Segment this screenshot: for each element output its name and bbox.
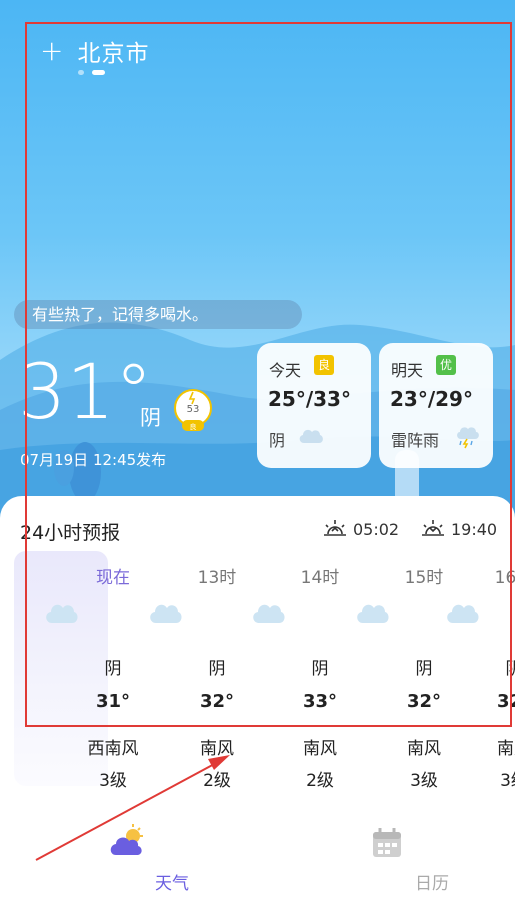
temp-range: 25°/33°	[268, 387, 351, 411]
hour-temp: 33°	[302, 691, 338, 712]
city-header: + 北京市	[40, 34, 149, 68]
cloud-icon	[447, 604, 479, 623]
hour-condition: 阴	[208, 659, 226, 679]
tab-calendar[interactable]: 日历	[342, 823, 449, 894]
sunrise: 05:02	[322, 518, 399, 540]
weather-tab-icon	[110, 824, 143, 855]
bottom-tab-bar: 天气 日历	[0, 815, 515, 897]
air-quality-badge: 优	[436, 355, 456, 375]
sunrise-icon	[324, 520, 346, 536]
day-condition: 阴	[269, 431, 286, 450]
day-label: 明天	[391, 361, 424, 380]
hour-condition: 阴	[311, 659, 329, 679]
hour-time: 14时	[300, 568, 340, 588]
page-dot-active	[92, 70, 105, 75]
tomorrow-card[interactable]: 明天 优 23°/29° 雷阵雨	[379, 343, 493, 468]
sunset: 19:40	[420, 518, 497, 540]
page-indicator	[78, 70, 105, 75]
calendar-icon	[373, 828, 401, 857]
aqi-icon: 53 良	[174, 389, 212, 431]
hour-wind: 南风	[303, 739, 337, 759]
hour-temp: 32°	[496, 691, 515, 712]
hour-temp: 32°	[406, 691, 442, 712]
aqi-badge[interactable]: 53 良	[173, 388, 213, 434]
day-label: 今天	[269, 361, 302, 380]
cloud-icon	[357, 604, 389, 623]
hour-wind-level: 3级	[500, 771, 515, 791]
hour-wind: 南风	[200, 739, 234, 759]
hour-wind: 西南风	[87, 739, 139, 759]
hour-condition: 阴	[415, 659, 433, 679]
temp-range: 23°/29°	[390, 387, 473, 411]
city-name[interactable]: 北京市	[77, 34, 149, 68]
cloud-icon	[253, 604, 285, 623]
hour-time: 现在	[96, 568, 130, 588]
current-temperature: 31°	[18, 347, 153, 436]
today-card[interactable]: 今天 良 25°/33° 阴	[257, 343, 371, 468]
hour-condition: 阴	[104, 659, 122, 679]
tab-calendar-label: 日历	[415, 874, 449, 894]
hour-time: 13时	[197, 568, 237, 588]
page-dot	[78, 70, 84, 75]
hour-temp: 32°	[199, 691, 235, 712]
sunset-time: 19:40	[451, 519, 498, 539]
cloud-icon	[150, 604, 182, 623]
hour-wind: 南风	[407, 739, 441, 759]
air-quality-badge: 良	[314, 355, 334, 375]
cloud-icon	[299, 429, 323, 443]
aqi-value: 53	[187, 404, 200, 415]
hour-time: 15时	[404, 568, 444, 588]
day-condition: 雷阵雨	[391, 431, 440, 450]
hour-wind-level: 2级	[203, 771, 231, 791]
hour-wind-level: 2级	[306, 771, 334, 791]
hour-wind: 南风	[497, 739, 515, 759]
publish-time: 07月19日 12:45发布	[20, 451, 167, 469]
thunderstorm-icon	[457, 427, 479, 449]
current-condition: 阴	[140, 406, 161, 430]
sunset-icon	[422, 520, 444, 536]
tab-weather-label: 天气	[155, 874, 189, 894]
hour-condition: 阴	[505, 659, 515, 679]
tab-weather[interactable]: 天气	[82, 823, 189, 894]
hour-time: 16时	[494, 568, 515, 588]
hour-wind-level: 3级	[99, 771, 127, 791]
aqi-label: 良	[190, 422, 197, 431]
cloud-icon	[46, 604, 78, 623]
add-city-button[interactable]: +	[40, 37, 63, 65]
hour-temp: 31°	[95, 691, 131, 712]
hour-wind-level: 3级	[410, 771, 438, 791]
weather-tip: 有些热了，记得多喝水。	[14, 300, 302, 329]
forecast-title: 24小时预报	[20, 522, 121, 544]
sunrise-time: 05:02	[353, 519, 400, 539]
